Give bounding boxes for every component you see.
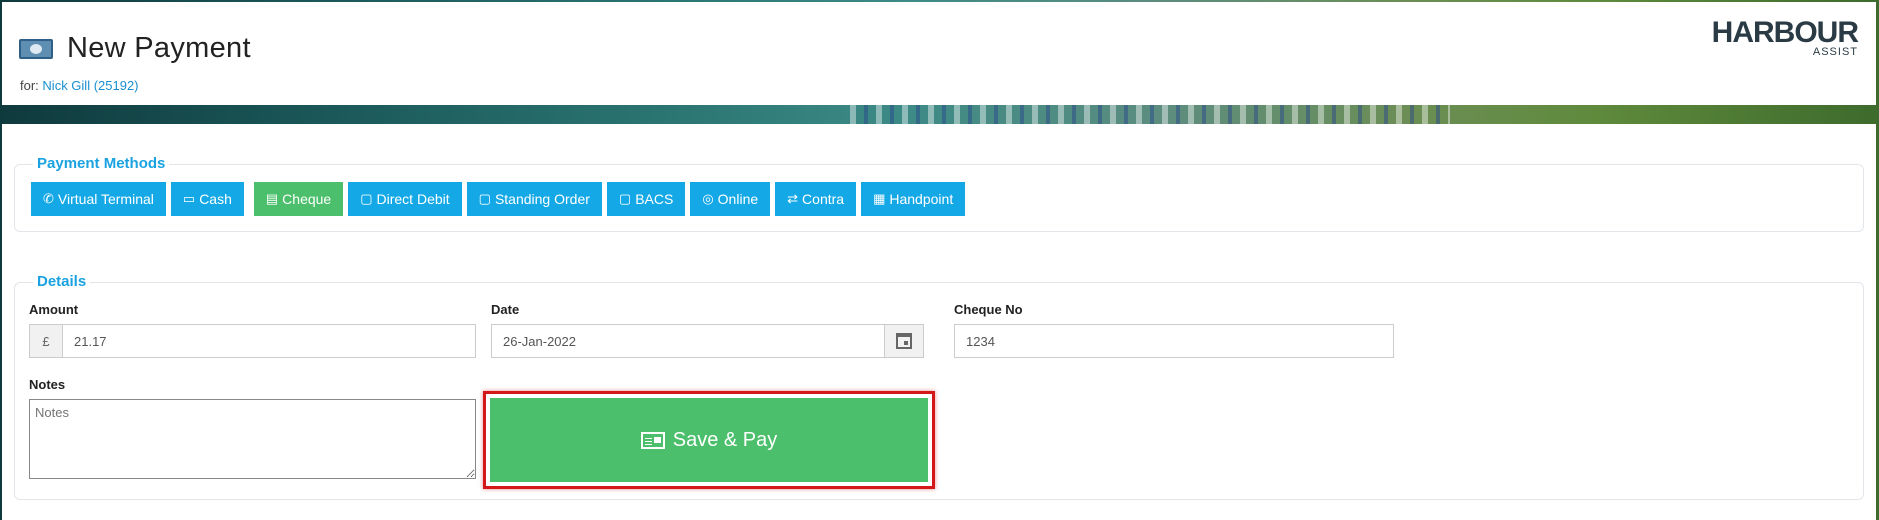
button-label: Handpoint (889, 191, 954, 207)
button-label: Standing Order (494, 191, 590, 207)
calendar-icon (896, 333, 912, 349)
payment-methods-panel: Payment Methods ✆ Virtual Terminal ▭ Cas… (14, 155, 1864, 232)
logo-main: HARBOUR (1711, 16, 1859, 49)
date-picker-button[interactable] (884, 325, 923, 357)
page-title: New Payment (67, 32, 251, 64)
virtual-terminal-button[interactable]: ✆ Virtual Terminal (31, 182, 166, 216)
notes-label: Notes (29, 377, 66, 392)
customer-link[interactable]: Nick Gill (25192) (42, 78, 138, 93)
handpoint-button[interactable]: ▦ Handpoint (861, 182, 966, 216)
amount-field[interactable]: £ 21.17 (29, 324, 476, 358)
money-icon (19, 38, 53, 59)
calendar-icon: ▢ (360, 191, 373, 206)
amount-label: Amount (29, 302, 79, 317)
globe-icon: ◎ (702, 191, 714, 206)
button-label: Cash (199, 191, 232, 207)
payment-methods-legend: Payment Methods (33, 155, 170, 172)
cheque-no-field[interactable]: 1234 (954, 324, 1394, 358)
currency-addon: £ (30, 325, 63, 357)
exchange-icon: ⇄ (787, 191, 799, 206)
cash-button[interactable]: ▭ Cash (170, 182, 244, 216)
amount-value: 21.17 (74, 333, 107, 349)
direct-debit-button[interactable]: ▢ Direct Debit (348, 182, 462, 216)
title-row: New Payment (19, 32, 251, 65)
calendar-icon: ▢ (618, 191, 632, 206)
save-pay-button[interactable]: Save & Pay (490, 398, 928, 482)
button-label: BACS (635, 191, 674, 207)
harbour-assist-logo: HARBOUR ASSIST (1711, 16, 1859, 59)
cheque-no-label: Cheque No (954, 302, 1023, 317)
money-icon: ▭ (182, 191, 196, 206)
for-label: for: (20, 78, 39, 93)
button-label: Cheque (282, 191, 332, 207)
standing-order-button[interactable]: ▢ Standing Order (466, 182, 602, 216)
save-pay-highlight: Save & Pay (483, 391, 935, 489)
page-header: New Payment for: Nick Gill (25192) HARBO… (2, 2, 1876, 105)
customer-line: for: Nick Gill (25192) (20, 78, 139, 93)
payment-method-buttons: ✆ Virtual Terminal ▭ Cash ▤ Cheque ▢ Dir… (31, 182, 970, 216)
contra-button[interactable]: ⇄ Contra (775, 182, 857, 216)
calendar-icon: ▢ (478, 191, 491, 206)
date-value: 26-Jan-2022 (503, 333, 576, 349)
cheque-icon: ▤ (265, 191, 279, 206)
button-label: Direct Debit (376, 191, 450, 207)
save-pay-label: Save & Pay (672, 428, 778, 451)
cheque-no-value: 1234 (966, 333, 995, 349)
credit-card-icon (640, 431, 665, 449)
details-legend: Details (33, 273, 91, 290)
date-field[interactable]: 26-Jan-2022 (491, 324, 924, 358)
bacs-button[interactable]: ▢ BACS (606, 182, 686, 216)
button-label: Online (717, 191, 759, 207)
online-button[interactable]: ◎ Online (690, 182, 771, 216)
cheque-button[interactable]: ▤ Cheque (253, 182, 344, 216)
button-label: Contra (802, 191, 845, 207)
calculator-icon: ▦ (873, 191, 886, 206)
button-label: Virtual Terminal (57, 191, 154, 207)
phone-icon: ✆ (43, 191, 54, 206)
notes-textarea[interactable] (29, 399, 476, 479)
date-label: Date (491, 302, 520, 317)
